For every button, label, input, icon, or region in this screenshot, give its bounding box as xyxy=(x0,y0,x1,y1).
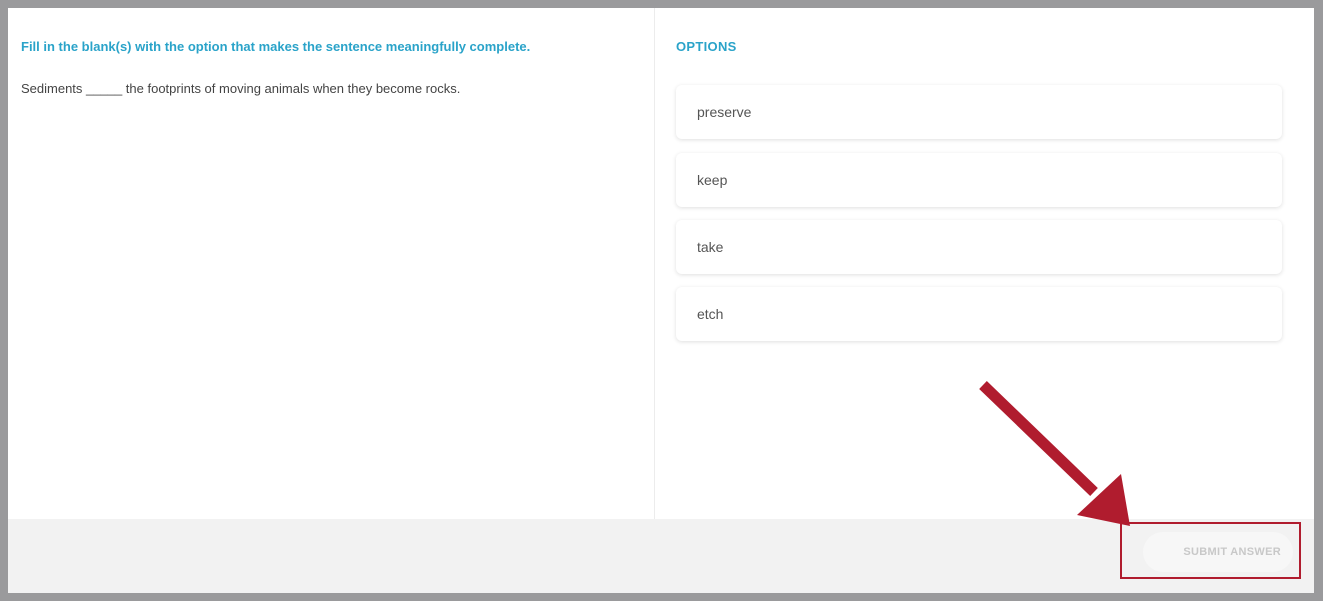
pointer-arrow-icon xyxy=(979,381,1130,526)
arrow-shaft xyxy=(979,381,1098,496)
